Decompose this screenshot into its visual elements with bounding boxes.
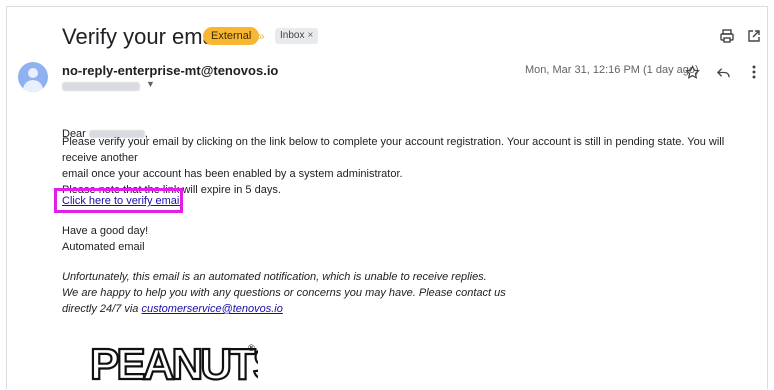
footer-line-3-prefix: directly 24/7 via [62, 303, 142, 315]
footer-line-1: Unfortunately, this email is an automate… [62, 271, 487, 283]
external-label-chip: External [203, 27, 260, 45]
star-icon[interactable] [682, 62, 702, 82]
paragraph-1-line-2: email once your account has been enabled… [62, 168, 403, 180]
support-email-link[interactable]: customerservice@tenovos.io [141, 303, 282, 315]
importance-marker-icon[interactable]: » [258, 29, 265, 43]
open-in-new-window-icon[interactable] [744, 26, 764, 46]
reply-icon[interactable] [713, 62, 733, 82]
closing-line-1: Have a good day! [62, 225, 149, 237]
print-icon[interactable] [717, 26, 737, 46]
closing-block: Have a good day! Automated email [62, 223, 762, 255]
footer-line-2: We are happy to help you with any questi… [62, 287, 506, 299]
closing-line-2: Automated email [62, 241, 145, 253]
verify-link-highlight [54, 188, 183, 213]
inbox-label-text: Inbox [280, 30, 305, 41]
registered-mark: ® [248, 343, 255, 353]
recipient-details-redacted [62, 82, 140, 91]
email-date: Mon, Mar 31, 12:16 PM (1 day ago) [525, 64, 699, 76]
inbox-label-chip: Inbox × [275, 28, 319, 44]
peanuts-logo-text: PEANUTS [90, 340, 258, 385]
footer-line-3: directly 24/7 via customerservice@tenovo… [62, 301, 762, 317]
paragraph-1-line-1: Please verify your email by clicking on … [62, 136, 725, 164]
peanuts-logo: PEANUTS ® [88, 337, 285, 390]
sender-avatar-icon[interactable] [18, 62, 48, 92]
footer-block: Unfortunately, this email is an automate… [62, 269, 762, 317]
remove-label-icon[interactable]: × [307, 30, 313, 41]
email-subject: Verify your email [62, 24, 225, 49]
more-vert-icon[interactable] [744, 62, 764, 82]
sender-address[interactable]: no-reply-enterprise-mt@tenovos.io [62, 63, 278, 78]
show-details-chevron-icon[interactable]: ▼ [146, 79, 155, 89]
